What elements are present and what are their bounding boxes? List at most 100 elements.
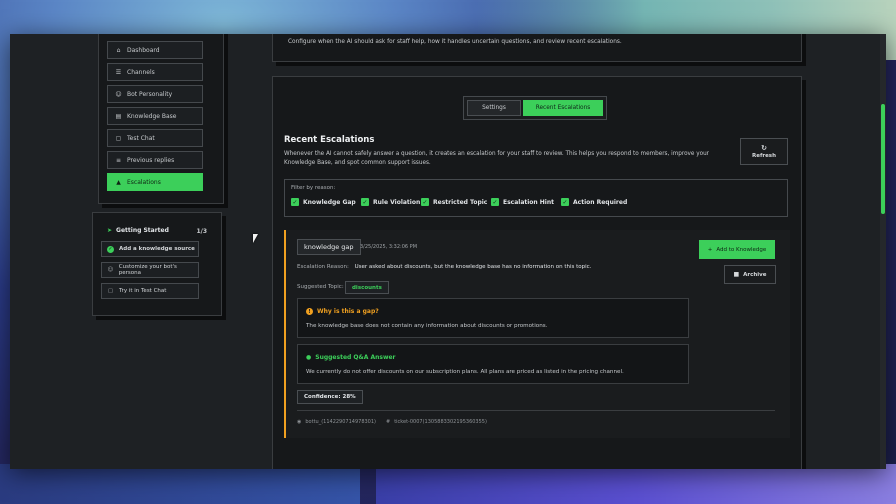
sidebar-item-label: Bot Personality <box>127 90 173 98</box>
checkbox-checked-icon[interactable]: ✓ <box>421 198 429 206</box>
answer-card: ● Suggested Q&A Answer We currently do n… <box>297 344 689 384</box>
filter-option-label: Action Required <box>573 198 628 206</box>
scrollbar[interactable] <box>880 34 886 469</box>
tab-bar: Settings Recent Escalations <box>463 96 607 120</box>
filter-action-required[interactable]: ✓ Action Required <box>561 198 627 206</box>
getting-started-title: Getting Started <box>116 227 169 234</box>
sidebar-item-escalations[interactable]: ▲ Escalations <box>107 173 203 191</box>
header-panel: Configure when the AI should ask for sta… <box>272 34 802 62</box>
getting-started-item[interactable]: ✓ Add a knowledge source <box>101 241 199 257</box>
sidebar-item-label: Knowledge Base <box>127 112 177 120</box>
sidebar-item-label: Previous replies <box>127 156 175 164</box>
warning-circle-icon: ! <box>306 308 313 315</box>
sidebar-item-test-chat[interactable]: ▢ Test Chat <box>107 129 203 147</box>
footer-user: bottu_(1142290714978301) <box>305 419 376 425</box>
persona-icon: ☺ <box>107 267 114 273</box>
getting-started-progress: 1/3 <box>196 228 207 235</box>
mouse-cursor-icon <box>253 234 258 243</box>
getting-started-panel: ➤ Getting Started 1/3 ✓ Add a knowledge s… <box>92 212 222 316</box>
add-to-knowledge-button[interactable]: + Add to Knowledge <box>699 240 775 259</box>
checkbox-checked-icon[interactable]: ✓ <box>561 198 569 206</box>
sidebar-nav: ⌂ Dashboard ☰ Channels ☺ Bot Personality ▤ Know… <box>98 34 224 204</box>
rocket-icon: ➤ <box>107 227 113 234</box>
reason-label: Escalation Reason: <box>297 264 349 270</box>
filter-option-label: Escalation Hint <box>503 198 555 206</box>
checkbox-checked-icon[interactable]: ✓ <box>361 198 369 206</box>
filter-rule-violation[interactable]: ✓ Rule Violation <box>361 198 420 206</box>
sidebar-item-label: Dashboard <box>127 46 160 54</box>
answer-title: Suggested Q&A Answer <box>315 354 396 361</box>
checkbox-checked-icon[interactable]: ✓ <box>491 198 499 206</box>
tab-settings[interactable]: Settings <box>467 100 521 116</box>
archive-button[interactable]: ■ Archive <box>724 265 776 284</box>
gap-title: Why is this a gap? <box>317 308 379 315</box>
gap-text: The knowledge base does not contain any … <box>306 323 548 329</box>
sidebar-item-label: Escalations <box>127 178 161 186</box>
getting-started-item[interactable]: ☺ Customize your bot's persona <box>101 262 199 278</box>
hash-icon: # <box>386 419 391 425</box>
confidence-badge: Confidence: 28% <box>297 390 363 404</box>
chat-icon: ▢ <box>115 134 122 142</box>
type-badge-label: knowledge gap <box>304 243 354 251</box>
home-icon: ⌂ <box>116 46 121 54</box>
checkbox-checked-icon[interactable]: ✓ <box>291 198 299 206</box>
filter-restricted-topic[interactable]: ✓ Restricted Topic <box>421 198 487 206</box>
getting-started-item-label: Add a knowledge source <box>119 246 195 252</box>
filter-knowledge-gap[interactable]: ✓ Knowledge Gap <box>291 198 356 206</box>
escalations-panel: Settings Recent Escalations Recent Escal… <box>272 76 802 469</box>
sidebar-item-channels[interactable]: ☰ Channels <box>107 63 203 81</box>
user-icon: ◉ <box>297 419 302 425</box>
gap-card: ! Why is this a gap? The knowledge base … <box>297 298 689 338</box>
filter-label: Filter by reason: <box>291 185 336 191</box>
tab-settings-label: Settings <box>482 105 506 111</box>
app-window: ⌂ Dashboard ☰ Channels ☺ Bot Personality ▤ Know… <box>10 34 886 469</box>
answer-text: We currently do not offer discounts on o… <box>306 369 624 375</box>
escalation-card: knowledge gap 3/25/2025, 3:32:06 PM Esca… <box>284 230 790 438</box>
scrollbar-thumb[interactable] <box>881 104 885 214</box>
refresh-button[interactable]: ↻ Refresh <box>740 138 788 165</box>
wallpaper-glow <box>0 464 360 504</box>
history-icon: ≡ <box>115 156 122 164</box>
tab-recent-escalations[interactable]: Recent Escalations <box>523 100 603 116</box>
getting-started-item[interactable]: ▢ Try it in Test Chat <box>101 283 199 299</box>
sidebar-item-label: Channels <box>127 68 155 76</box>
header-description: Configure when the AI should ask for sta… <box>288 39 622 45</box>
bot-icon: ☺ <box>115 90 122 98</box>
sidebar-item-knowledge-base[interactable]: ▤ Knowledge Base <box>107 107 203 125</box>
reason-text: User asked about discounts, but the know… <box>354 264 592 270</box>
card-divider <box>297 410 775 411</box>
chat-icon: ▢ <box>107 288 114 294</box>
topic-chip[interactable]: discounts <box>345 281 389 294</box>
plus-icon: + <box>707 246 713 253</box>
section-title: Recent Escalations <box>284 135 375 145</box>
sidebar-item-bot-personality[interactable]: ☺ Bot Personality <box>107 85 203 103</box>
sidebar-item-label: Test Chat <box>127 134 155 142</box>
lightbulb-icon: ● <box>306 354 312 361</box>
filter-box: Filter by reason: ✓ Knowledge Gap ✓ Rule Vi… <box>284 179 788 217</box>
channels-icon: ☰ <box>115 68 122 76</box>
sidebar-item-previous-replies[interactable]: ≡ Previous replies <box>107 151 203 169</box>
filter-option-label: Restricted Topic <box>433 198 488 206</box>
section-description: Whenever the AI cannot safely answer a q… <box>284 151 710 166</box>
confidence-label: Confidence: 28% <box>304 394 356 400</box>
archive-label: Archive <box>743 271 767 278</box>
check-circle-icon: ✓ <box>107 245 114 253</box>
sidebar-item-dashboard[interactable]: ⌂ Dashboard <box>107 41 203 59</box>
filter-option-label: Rule Violation <box>373 198 421 206</box>
warning-icon: ▲ <box>116 178 121 186</box>
type-badge: knowledge gap <box>297 239 361 255</box>
filter-option-label: Knowledge Gap <box>303 198 356 206</box>
footer-ticket: ticket-0007(1305883302195360355) <box>394 419 487 425</box>
refresh-label: Refresh <box>752 153 776 159</box>
wallpaper-glow <box>376 464 896 504</box>
archive-icon: ■ <box>733 271 740 278</box>
book-icon: ▤ <box>115 112 122 120</box>
tab-recent-escalations-label: Recent Escalations <box>535 105 591 111</box>
getting-started-item-label: Customize your bot's persona <box>118 264 177 276</box>
refresh-icon: ↻ <box>761 144 767 152</box>
add-to-knowledge-label: Add to Knowledge <box>716 246 767 253</box>
timestamp: 3/25/2025, 3:32:06 PM <box>360 244 418 250</box>
getting-started-item-label: Try it in Test Chat <box>119 288 167 294</box>
topic-label: Suggested Topic: <box>297 284 344 290</box>
filter-escalation-hint[interactable]: ✓ Escalation Hint <box>491 198 554 206</box>
